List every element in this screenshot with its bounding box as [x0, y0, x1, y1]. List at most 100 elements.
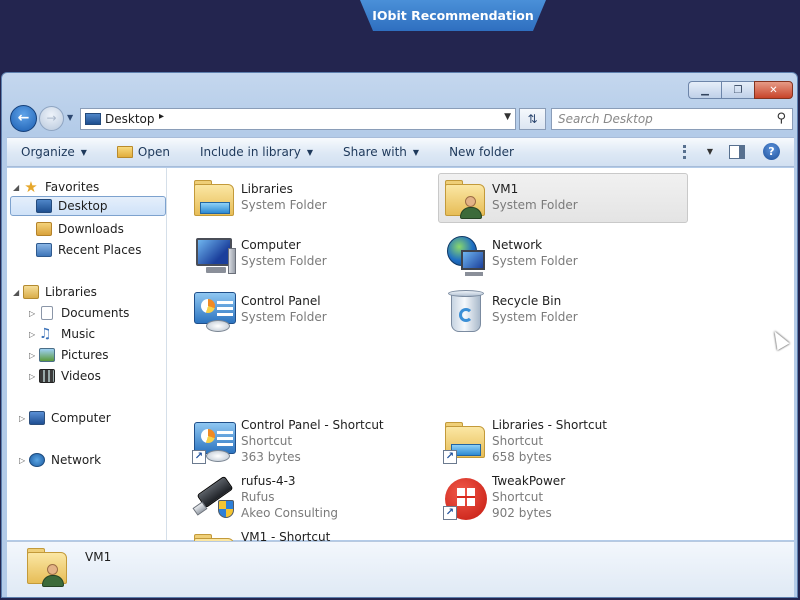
file-item-tweakpower[interactable]: ↗ TweakPower Shortcut 902 bytes [438, 473, 684, 523]
desktop-icon [36, 199, 52, 213]
open-button[interactable]: Open [116, 145, 170, 159]
file-type: System Folder [492, 254, 578, 268]
recent-pages-dropdown[interactable]: ▼ [67, 113, 73, 122]
open-folder-icon [116, 146, 133, 158]
more-options-chevron-icon[interactable]: ▼ [707, 147, 713, 156]
expand-arrow-icon[interactable]: ◢ [13, 288, 23, 297]
libraries-shortcut-icon: ↗ [443, 420, 487, 464]
file-item-rufus[interactable]: rufus-4-3 Rufus Akeo Consulting [187, 473, 433, 523]
help-icon[interactable]: ? [763, 143, 780, 160]
navigation-row: ← → ▼ Desktop ▸ ▼ ⇅ ⚲ [10, 105, 793, 133]
refresh-button[interactable]: ⇅ [519, 108, 546, 130]
breadcrumb-arrow-icon[interactable]: ▸ [159, 111, 164, 122]
music-note-icon: ♫ [39, 326, 52, 342]
file-name: Network [492, 238, 543, 252]
file-name: VM1 [492, 182, 519, 196]
new-folder-button[interactable]: New folder [449, 145, 514, 159]
computer-icon [29, 411, 45, 425]
nav-libraries[interactable]: ◢ Libraries [13, 282, 97, 302]
file-name: Libraries [241, 182, 293, 196]
shortcut-arrow-icon: ↗ [192, 450, 206, 464]
tweakpower-icon: ↗ [443, 476, 487, 520]
pictures-icon [39, 348, 55, 362]
network-icon [443, 234, 487, 276]
file-item-control-panel-shortcut[interactable]: ↗ Shortcut 363 bytes Control Panel - Sho… [187, 417, 433, 467]
back-button[interactable]: ← [10, 105, 37, 132]
control-panel-shortcut-icon: ↗ [192, 420, 236, 464]
file-item-recycle-bin[interactable]: Recycle Bin System Folder [438, 285, 684, 335]
search-box[interactable]: ⚲ [551, 108, 793, 130]
nav-item-pictures[interactable]: ▷ Pictures [29, 345, 109, 365]
nav-item-label: Pictures [61, 348, 109, 362]
share-with-button[interactable]: Share with ▼ [343, 145, 419, 159]
iobit-recommendation-banner[interactable]: IObit Recommendation [360, 0, 546, 31]
file-item-control-panel[interactable]: Control Panel System Folder [187, 285, 433, 335]
collapsed-arrow-icon[interactable]: ▷ [19, 414, 29, 423]
star-icon: ★ [24, 178, 38, 196]
nav-item-recent-places[interactable]: Recent Places [36, 240, 141, 260]
usb-drive-icon [192, 475, 236, 518]
file-item-network[interactable]: Network System Folder [438, 229, 684, 279]
file-name: Control Panel [241, 294, 321, 308]
file-item-libraries-shortcut[interactable]: ↗ Libraries - Shortcut Shortcut 658 byte… [438, 417, 684, 467]
new-folder-label: New folder [449, 145, 514, 159]
collapsed-arrow-icon[interactable]: ▷ [29, 309, 39, 318]
desktop-icon [85, 113, 101, 125]
file-name: Recycle Bin [492, 294, 562, 308]
file-type: System Folder [241, 310, 327, 324]
file-type: Shortcut [492, 490, 544, 504]
command-bar: Organize ▼ Open Include in library ▼ Sha… [7, 137, 794, 167]
recycle-bin-icon [443, 290, 487, 332]
close-button[interactable]: ✕ [754, 81, 793, 99]
network-globe-icon [29, 453, 45, 467]
computer-icon [192, 234, 236, 276]
nav-network[interactable]: ▷ Network [19, 450, 101, 470]
file-name: rufus-4-3 [241, 474, 296, 488]
collapsed-arrow-icon[interactable]: ▷ [29, 372, 39, 381]
nav-item-videos[interactable]: ▷ Videos [29, 366, 101, 386]
maximize-button[interactable]: ❐ [721, 81, 754, 99]
user-folder-icon [25, 546, 71, 592]
change-view-icon[interactable] [682, 144, 701, 159]
include-in-library-button[interactable]: Include in library ▼ [200, 145, 313, 159]
recent-places-icon [36, 243, 52, 257]
forward-button[interactable]: → [39, 106, 64, 131]
nav-item-label: Videos [61, 369, 101, 383]
address-location[interactable]: Desktop [105, 112, 155, 126]
organize-button[interactable]: Organize ▼ [21, 145, 87, 159]
preview-pane-icon[interactable] [729, 144, 745, 159]
collapsed-arrow-icon[interactable]: ▷ [29, 330, 39, 339]
include-in-library-label: Include in library [199, 145, 301, 159]
search-icon[interactable]: ⚲ [776, 111, 786, 126]
nav-favorites[interactable]: ◢ ★ Favorites [13, 177, 163, 197]
window-controls: ▁ ❐ ✕ [688, 81, 793, 99]
nav-item-label: Desktop [58, 199, 108, 213]
chevron-down-icon: ▼ [306, 147, 313, 157]
nav-item-music[interactable]: ▷ ♫ Music [29, 324, 95, 344]
film-strip-icon [39, 369, 55, 383]
chevron-down-icon: ▼ [412, 147, 420, 157]
content-area: ◢ ★ Favorites Desktop Downloads Recent P… [7, 168, 794, 576]
organize-label: Organize [21, 145, 75, 159]
file-item-vm1[interactable]: VM1 System Folder [438, 173, 688, 223]
search-input[interactable] [552, 109, 762, 129]
file-item-libraries[interactable]: Libraries System Folder [187, 173, 433, 223]
collapsed-arrow-icon[interactable]: ▷ [29, 351, 39, 360]
nav-libraries-label: Libraries [45, 285, 97, 299]
explorer-window: ▁ ❐ ✕ ← → ▼ Desktop ▸ ▼ ⇅ ⚲ Organize ▼ O… [1, 72, 798, 598]
details-item-name: VM1 [85, 550, 112, 564]
file-type: Shortcut [241, 434, 293, 448]
collapsed-arrow-icon[interactable]: ▷ [19, 456, 29, 465]
minimize-button[interactable]: ▁ [688, 81, 721, 99]
nav-item-documents[interactable]: ▷ Documents [29, 303, 129, 323]
nav-computer[interactable]: ▷ Computer [19, 408, 111, 428]
nav-item-desktop[interactable]: Desktop [10, 196, 166, 216]
documents-icon [41, 306, 53, 320]
expand-arrow-icon[interactable]: ◢ [13, 183, 23, 192]
address-bar[interactable]: Desktop ▸ ▼ [80, 108, 516, 130]
file-size: 658 bytes [492, 450, 552, 464]
file-name: Control Panel - Shortcut [241, 418, 384, 432]
file-item-computer[interactable]: Computer System Folder [187, 229, 433, 279]
nav-item-downloads[interactable]: Downloads [36, 219, 124, 239]
address-dropdown-icon[interactable]: ▼ [504, 112, 511, 122]
